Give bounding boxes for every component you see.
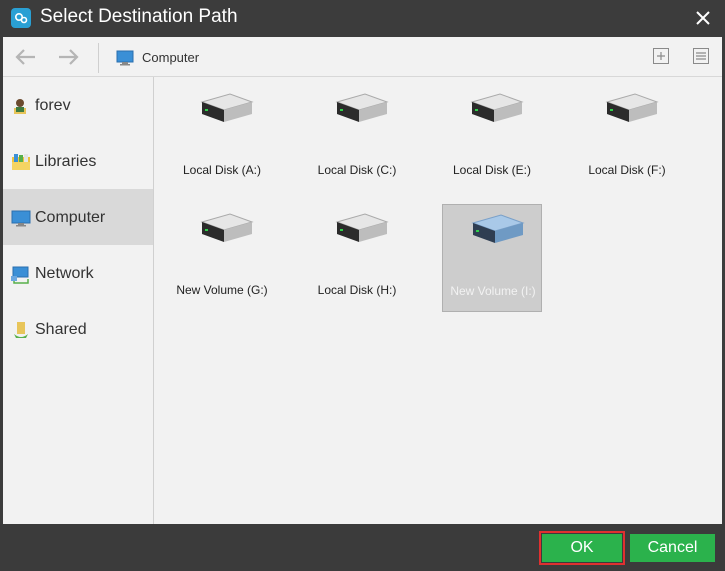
sidebar-item-label: Computer [35,209,106,226]
hard-drive-icon [462,92,524,133]
close-icon[interactable] [693,8,713,28]
drive-item-f[interactable]: Local Disk (F:) [577,84,677,192]
drive-item-c[interactable]: Local Disk (C:) [307,84,407,192]
sidebar-item-label: Network [35,265,94,282]
user-folder-icon [11,96,31,116]
new-folder-icon[interactable] [652,47,670,65]
toolbar: Computer [3,37,722,77]
drive-item-i[interactable]: New Volume (I:) [442,204,542,312]
computer-icon [11,208,31,228]
view-list-icon[interactable] [692,47,710,65]
title-bar: Select Destination Path [0,0,725,37]
sidebar-item-forev[interactable]: forev [3,77,153,133]
hard-drive-icon [192,212,254,253]
current-location[interactable]: Computer [142,50,199,65]
drive-item-g[interactable]: New Volume (G:) [172,204,272,312]
hard-drive-icon [597,92,659,133]
network-icon [11,264,31,284]
drive-label: New Volume (I:) [450,284,536,298]
dialog-title: Select Destination Path [40,6,238,27]
drive-label: Local Disk (A:) [182,163,262,177]
forward-arrow-icon[interactable] [55,46,81,68]
sidebar-item-libraries[interactable]: Libraries [3,133,153,189]
ok-button[interactable]: OK [539,531,625,565]
hard-drive-icon [327,92,389,133]
drive-item-h[interactable]: Local Disk (H:) [307,204,407,312]
computer-icon [116,50,134,71]
sidebar-item-network[interactable]: Network [3,245,153,301]
hard-drive-icon [327,212,389,253]
hard-drive-icon [192,92,254,133]
cancel-button[interactable]: Cancel [630,534,715,562]
drive-label: Local Disk (H:) [317,283,397,297]
drive-label: Local Disk (F:) [588,163,666,177]
libraries-icon [11,152,31,172]
sidebar-item-label: forev [35,97,71,114]
sidebar-item-shared[interactable]: Shared [3,301,153,357]
drive-grid: Local Disk (A:) Local Disk (C:) Local Di… [154,77,722,524]
sidebar-item-label: Libraries [35,153,97,170]
select-destination-dialog: Select Destination Path Computer forev L… [0,0,725,571]
toolbar-divider [98,43,99,73]
drive-label: Local Disk (E:) [452,163,532,177]
shared-icon [11,320,31,340]
sidebar-item-label: Shared [35,321,87,338]
sidebar-item-computer[interactable]: Computer [3,189,153,245]
app-logo-icon [11,8,31,28]
back-arrow-icon[interactable] [13,46,39,68]
hard-drive-icon [463,213,525,254]
dialog-footer: OK Cancel [0,524,725,571]
drive-item-a[interactable]: Local Disk (A:) [172,84,272,192]
sidebar: forev Libraries Computer Network Shared [3,77,154,524]
drive-label: New Volume (G:) [176,283,268,297]
drive-item-e[interactable]: Local Disk (E:) [442,84,542,192]
drive-label: Local Disk (C:) [317,163,397,177]
